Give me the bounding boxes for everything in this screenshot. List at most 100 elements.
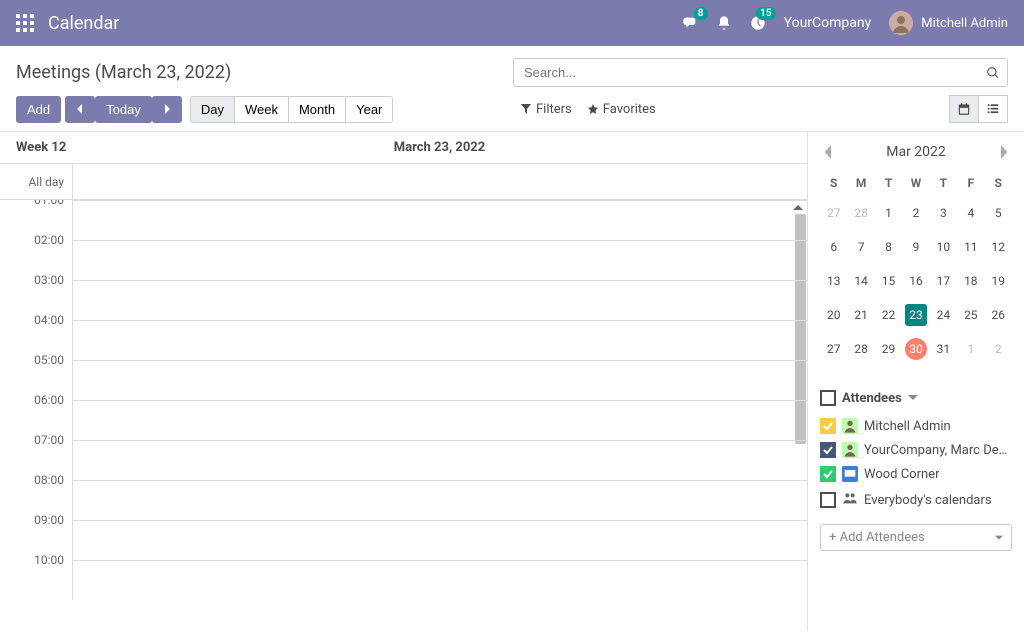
mini-cal-day[interactable]: 28 xyxy=(847,332,874,366)
mini-cal-day[interactable]: 31 xyxy=(930,332,957,366)
time-slot[interactable] xyxy=(72,280,807,320)
mini-cal-day[interactable]: 24 xyxy=(930,298,957,332)
mini-cal-day[interactable]: 28 xyxy=(847,196,874,230)
time-slot[interactable] xyxy=(72,520,807,560)
app-title[interactable]: Calendar xyxy=(48,13,119,34)
mini-cal-day[interactable]: 25 xyxy=(957,298,984,332)
time-grid: 01:0002:0003:0004:0005:0006:0007:0008:00… xyxy=(0,200,807,629)
time-label: 07:00 xyxy=(0,433,72,473)
activities-icon[interactable]: 15 xyxy=(750,15,766,31)
scale-month[interactable]: Month xyxy=(288,96,346,123)
person-icon xyxy=(842,442,858,458)
control-panel: Meetings (March 23, 2022) Add Today Day … xyxy=(0,46,1024,132)
list-icon xyxy=(986,102,1000,116)
mini-cal-day[interactable]: 27 xyxy=(820,196,847,230)
mini-cal-day[interactable]: 27 xyxy=(820,332,847,366)
mini-cal-day[interactable]: 11 xyxy=(957,230,984,264)
time-slot[interactable] xyxy=(72,440,807,480)
mini-cal-day[interactable]: 22 xyxy=(875,298,902,332)
attendee-checkbox[interactable] xyxy=(820,418,836,434)
favorites-menu[interactable]: Favorites xyxy=(580,98,664,121)
mini-cal-prev[interactable] xyxy=(820,144,836,160)
allday-row[interactable]: All day xyxy=(0,164,807,200)
view-list-button[interactable] xyxy=(978,95,1008,123)
attendee-name[interactable]: Everybody's calendars xyxy=(864,493,992,508)
scale-selector: Day Week Month Year xyxy=(190,96,394,123)
mini-cal-day[interactable]: 1 xyxy=(875,196,902,230)
time-slot[interactable] xyxy=(72,360,807,400)
mini-cal-day[interactable]: 17 xyxy=(930,264,957,298)
mini-cal-day[interactable]: 20 xyxy=(820,298,847,332)
mini-cal-day[interactable]: 14 xyxy=(847,264,874,298)
attendee-name[interactable]: Mitchell Admin xyxy=(864,419,951,434)
mini-cal-day[interactable]: 21 xyxy=(847,298,874,332)
time-slot[interactable] xyxy=(72,480,807,520)
mini-cal-day[interactable]: 7 xyxy=(847,230,874,264)
time-slot[interactable] xyxy=(72,320,807,360)
mini-cal-next[interactable] xyxy=(996,144,1012,160)
mini-cal-day[interactable]: 13 xyxy=(820,264,847,298)
mini-cal-day[interactable]: 12 xyxy=(985,230,1012,264)
attendees-section: Attendees Mitchell AdminYourCompany, Mar… xyxy=(820,390,1012,551)
time-slot[interactable] xyxy=(72,200,807,240)
time-row: 08:00 xyxy=(0,480,807,520)
time-label: 09:00 xyxy=(0,513,72,553)
attendee-row: Wood Corner xyxy=(820,462,1012,486)
mini-cal-day[interactable]: 16 xyxy=(902,264,929,298)
content: Week 12 March 23, 2022 All day 01:0002:0… xyxy=(0,132,1024,631)
prev-button[interactable] xyxy=(65,96,95,123)
today-button[interactable]: Today xyxy=(95,96,152,123)
attendee-name[interactable]: Wood Corner xyxy=(864,467,939,482)
time-slot[interactable] xyxy=(72,560,807,600)
notifications-icon[interactable] xyxy=(716,15,732,31)
mini-cal-day[interactable]: 26 xyxy=(985,298,1012,332)
search-icon[interactable] xyxy=(986,66,1000,80)
mini-cal-dow: S xyxy=(985,170,1012,196)
mini-cal-day[interactable]: 18 xyxy=(957,264,984,298)
mini-cal-day[interactable]: 8 xyxy=(875,230,902,264)
mini-cal-dow: T xyxy=(930,170,957,196)
time-slot[interactable] xyxy=(72,400,807,440)
next-button[interactable] xyxy=(152,96,182,123)
apps-icon[interactable] xyxy=(16,14,34,32)
messages-icon[interactable]: 8 xyxy=(682,15,698,31)
attendees-checkbox[interactable] xyxy=(820,390,836,406)
time-slot[interactable] xyxy=(72,240,807,280)
attendee-checkbox[interactable] xyxy=(820,492,836,508)
add-button[interactable]: Add xyxy=(16,96,61,123)
search-input[interactable] xyxy=(513,58,1008,87)
mini-cal-day[interactable]: 10 xyxy=(930,230,957,264)
time-label: 10:00 xyxy=(0,553,72,593)
attendee-name[interactable]: YourCompany, Marc Demo xyxy=(864,443,1012,458)
mini-cal-day[interactable]: 1 xyxy=(957,332,984,366)
filters-menu[interactable]: Filters xyxy=(513,98,580,121)
scale-week[interactable]: Week xyxy=(234,96,289,123)
scale-day[interactable]: Day xyxy=(190,96,235,123)
mini-cal-day[interactable]: 19 xyxy=(985,264,1012,298)
user-menu[interactable]: Mitchell Admin xyxy=(889,11,1008,35)
attendee-checkbox[interactable] xyxy=(820,466,836,482)
attendee-checkbox[interactable] xyxy=(820,442,836,458)
mini-cal-day[interactable]: 2 xyxy=(985,332,1012,366)
mini-cal-day[interactable]: 5 xyxy=(985,196,1012,230)
time-row: 04:00 xyxy=(0,320,807,360)
mini-cal-day[interactable]: 23 xyxy=(902,298,929,332)
company-switcher[interactable]: YourCompany xyxy=(784,15,872,31)
avatar xyxy=(889,11,913,35)
person-icon xyxy=(842,418,858,434)
mini-cal-day[interactable]: 15 xyxy=(875,264,902,298)
mini-cal-day[interactable]: 3 xyxy=(930,196,957,230)
mini-cal-day[interactable]: 4 xyxy=(957,196,984,230)
caret-down-icon xyxy=(995,534,1003,542)
scale-year[interactable]: Year xyxy=(345,96,393,123)
time-label: 02:00 xyxy=(0,233,72,273)
mini-cal-day[interactable]: 30 xyxy=(902,332,929,366)
chevron-down-icon[interactable] xyxy=(908,393,918,403)
time-label: 08:00 xyxy=(0,473,72,513)
mini-cal-day[interactable]: 2 xyxy=(902,196,929,230)
mini-cal-day[interactable]: 9 xyxy=(902,230,929,264)
mini-cal-day[interactable]: 29 xyxy=(875,332,902,366)
view-calendar-button[interactable] xyxy=(949,95,979,123)
add-attendees-input[interactable]: + Add Attendees xyxy=(820,524,1012,551)
mini-cal-day[interactable]: 6 xyxy=(820,230,847,264)
